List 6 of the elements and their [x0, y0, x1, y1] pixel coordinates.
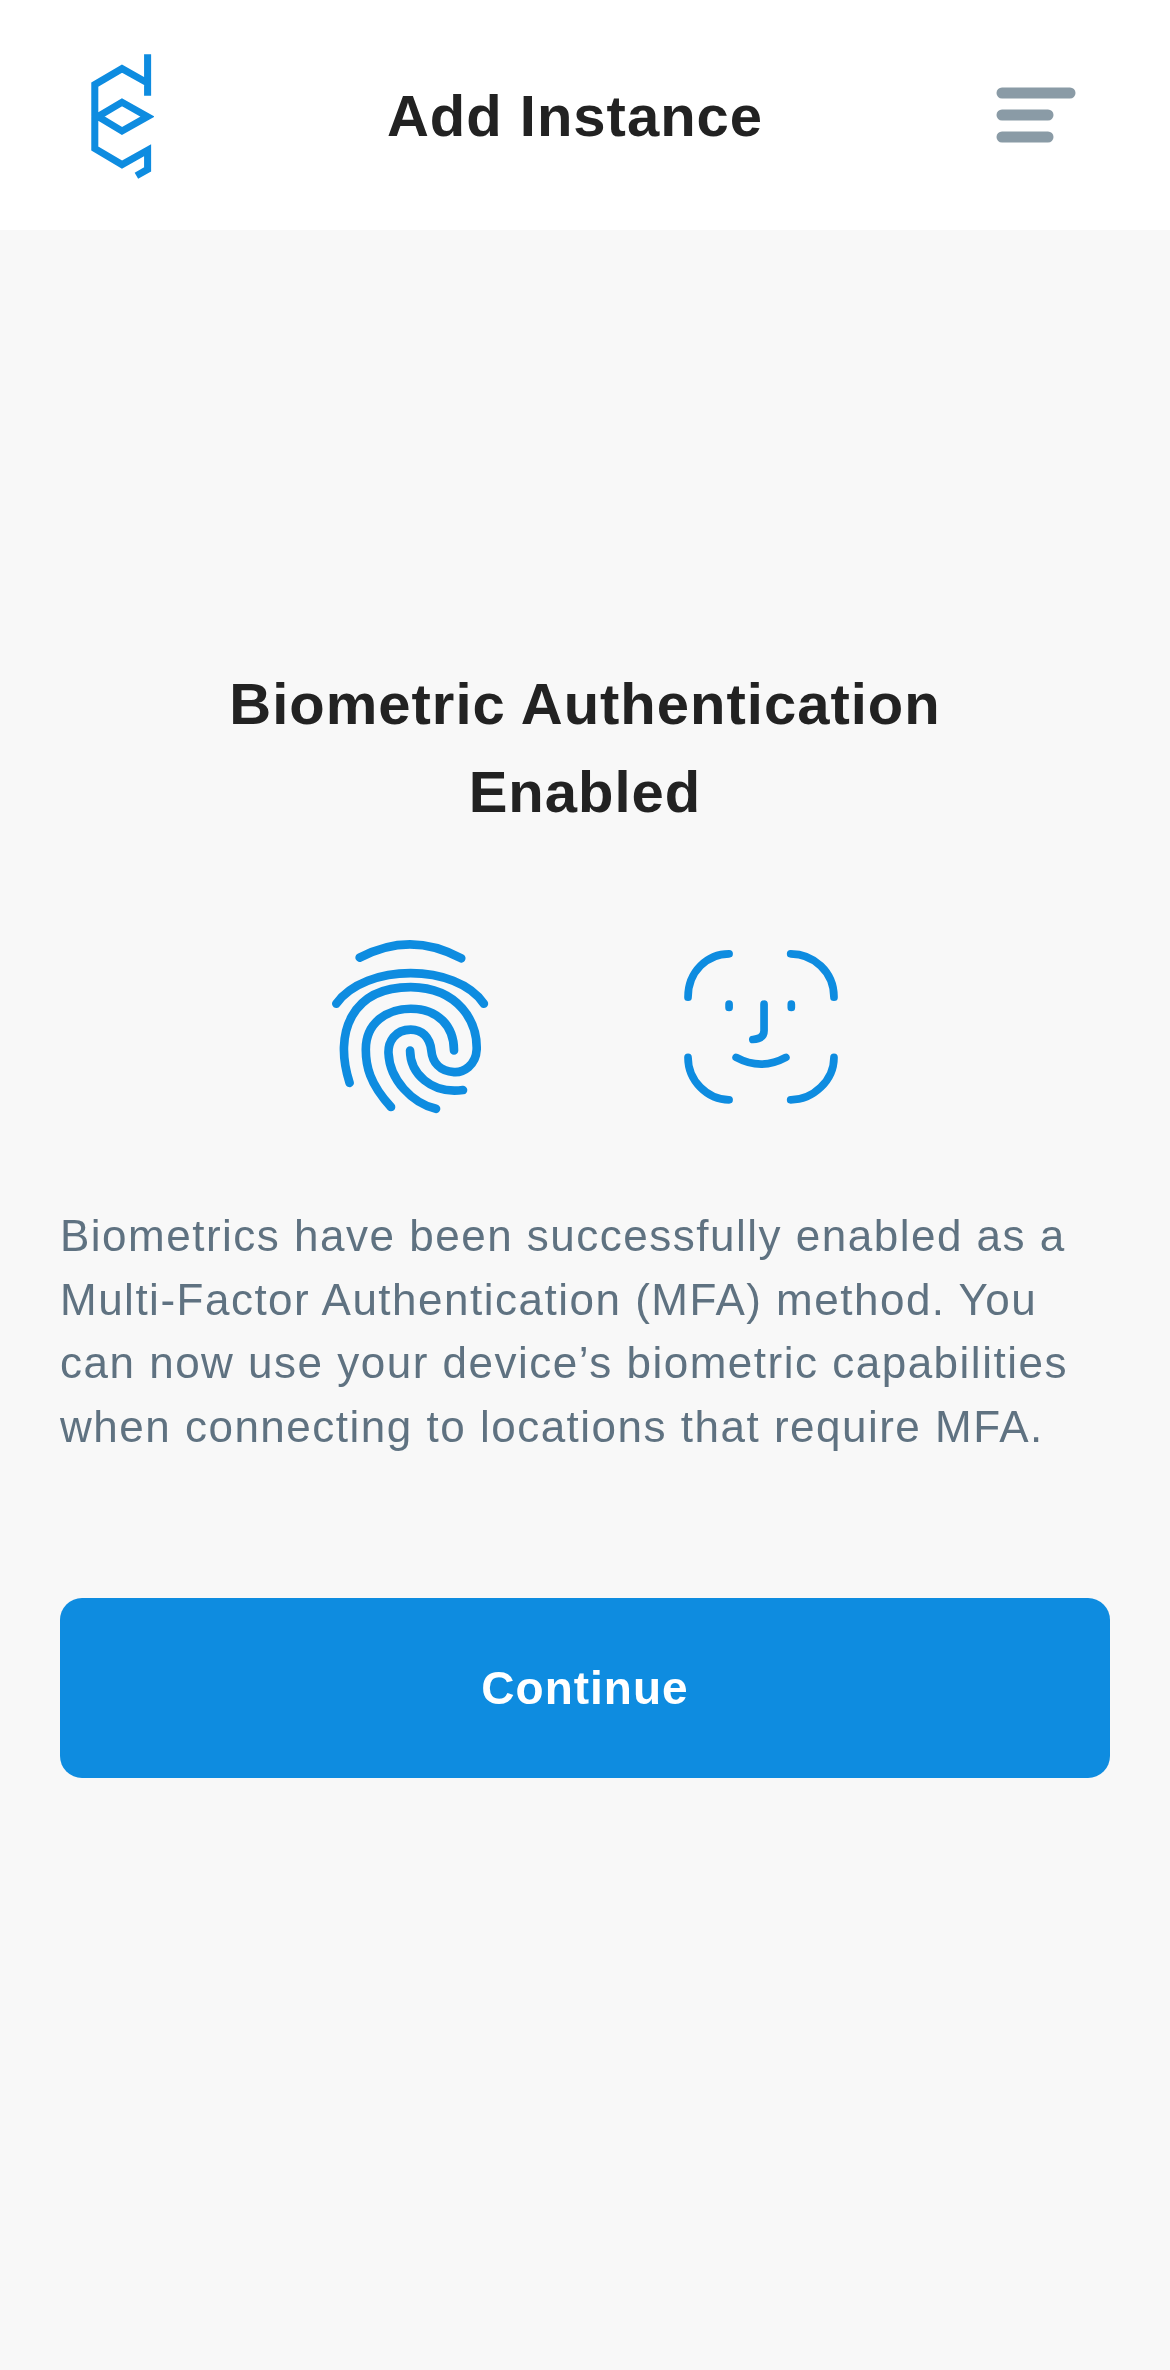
continue-button[interactable]: Continue: [60, 1598, 1110, 1778]
page-title: Add Instance: [386, 81, 764, 149]
logo-icon: [90, 51, 154, 179]
message-text: Biometrics have been successfully enabled as a Multi-Factor Authentication (MFA) method. You can now use your device’s biometric capabilities when connecting to locations that require MFA.: [60, 1210, 1069, 1453]
heading: Biometric Authentication Enabled: [228, 670, 942, 826]
menu-button[interactable]: [996, 87, 1076, 143]
